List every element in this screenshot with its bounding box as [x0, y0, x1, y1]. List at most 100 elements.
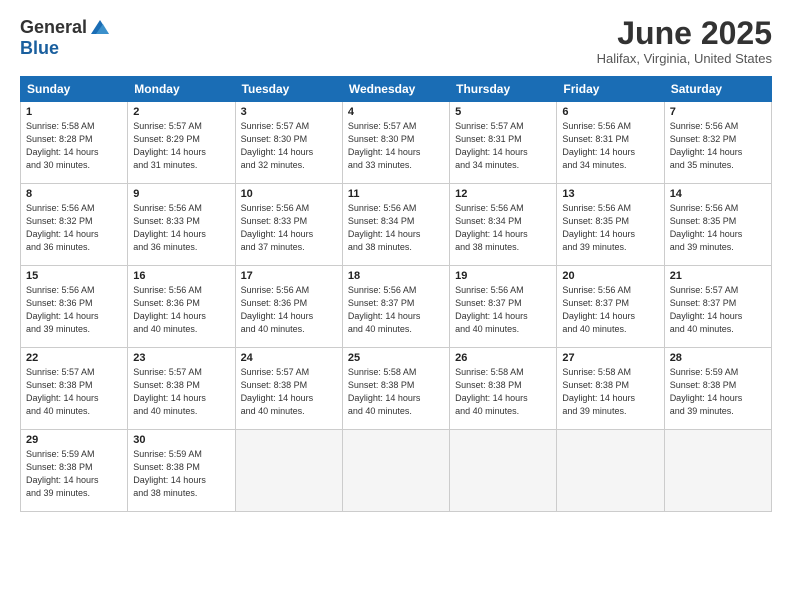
day-info: Sunrise: 5:57 AM Sunset: 8:30 PM Dayligh…: [348, 120, 444, 172]
calendar-cell: 2 Sunrise: 5:57 AM Sunset: 8:29 PM Daylig…: [128, 102, 235, 184]
calendar-cell: 30 Sunrise: 5:59 AM Sunset: 8:38 PM Dayli…: [128, 430, 235, 512]
day-number: 13: [562, 188, 658, 200]
calendar-cell: 5 Sunrise: 5:57 AM Sunset: 8:31 PM Daylig…: [450, 102, 557, 184]
day-number: 28: [670, 352, 766, 364]
day-number: 15: [26, 270, 122, 282]
day-number: 8: [26, 188, 122, 200]
calendar-week-4: 29 Sunrise: 5:59 AM Sunset: 8:38 PM Dayli…: [21, 430, 772, 512]
calendar-cell: 26 Sunrise: 5:58 AM Sunset: 8:38 PM Dayli…: [450, 348, 557, 430]
calendar-cell: 15 Sunrise: 5:56 AM Sunset: 8:36 PM Dayli…: [21, 266, 128, 348]
calendar-cell: [342, 430, 449, 512]
day-number: 29: [26, 434, 122, 446]
day-info: Sunrise: 5:56 AM Sunset: 8:36 PM Dayligh…: [241, 284, 337, 336]
calendar-cell: 10Sunrise: 5:56 AM Sunset: 8:33 PM Dayli…: [235, 184, 342, 266]
calendar-week-0: 1Sunrise: 5:58 AM Sunset: 8:28 PM Daylig…: [21, 102, 772, 184]
calendar-week-1: 8 Sunrise: 5:56 AM Sunset: 8:32 PM Daylig…: [21, 184, 772, 266]
day-number: 23: [133, 352, 229, 364]
logo-icon: [89, 16, 111, 38]
day-info: Sunrise: 5:56 AM Sunset: 8:32 PM Dayligh…: [670, 120, 766, 172]
calendar-cell: 28 Sunrise: 5:59 AM Sunset: 8:38 PM Dayli…: [664, 348, 771, 430]
calendar-cell: 3 Sunrise: 5:57 AM Sunset: 8:30 PM Daylig…: [235, 102, 342, 184]
day-info: Sunrise: 5:57 AM Sunset: 8:31 PM Dayligh…: [455, 120, 551, 172]
day-info: Sunrise: 5:56 AM Sunset: 8:34 PM Dayligh…: [455, 202, 551, 254]
logo-general: General: [20, 17, 87, 38]
calendar-cell: [450, 430, 557, 512]
day-number: 30: [133, 434, 229, 446]
day-number: 21: [670, 270, 766, 282]
day-number: 17: [241, 270, 337, 282]
day-info: Sunrise: 5:57 AM Sunset: 8:30 PM Dayligh…: [241, 120, 337, 172]
calendar-cell: 9Sunrise: 5:56 AM Sunset: 8:33 PM Daylig…: [128, 184, 235, 266]
calendar-cell: 7 Sunrise: 5:56 AM Sunset: 8:32 PM Daylig…: [664, 102, 771, 184]
day-info: Sunrise: 5:56 AM Sunset: 8:37 PM Dayligh…: [562, 284, 658, 336]
day-info: Sunrise: 5:57 AM Sunset: 8:29 PM Dayligh…: [133, 120, 229, 172]
col-monday: Monday: [128, 77, 235, 102]
calendar-cell: [664, 430, 771, 512]
calendar-week-2: 15 Sunrise: 5:56 AM Sunset: 8:36 PM Dayli…: [21, 266, 772, 348]
logo: General Blue: [20, 16, 111, 59]
day-info: Sunrise: 5:56 AM Sunset: 8:31 PM Dayligh…: [562, 120, 658, 172]
day-info: Sunrise: 5:58 AM Sunset: 8:38 PM Dayligh…: [562, 366, 658, 418]
day-number: 22: [26, 352, 122, 364]
day-number: 16: [133, 270, 229, 282]
calendar-cell: 14Sunrise: 5:56 AM Sunset: 8:35 PM Dayli…: [664, 184, 771, 266]
col-saturday: Saturday: [664, 77, 771, 102]
day-info: Sunrise: 5:59 AM Sunset: 8:38 PM Dayligh…: [26, 448, 122, 500]
calendar-cell: 16 Sunrise: 5:56 AM Sunset: 8:36 PM Dayli…: [128, 266, 235, 348]
calendar-week-3: 22 Sunrise: 5:57 AM Sunset: 8:38 PM Dayli…: [21, 348, 772, 430]
calendar-table: Sunday Monday Tuesday Wednesday Thursday…: [20, 76, 772, 512]
calendar-cell: 19 Sunrise: 5:56 AM Sunset: 8:37 PM Dayli…: [450, 266, 557, 348]
day-number: 4: [348, 106, 444, 118]
day-number: 18: [348, 270, 444, 282]
day-info: Sunrise: 5:58 AM Sunset: 8:38 PM Dayligh…: [348, 366, 444, 418]
calendar-header-row: Sunday Monday Tuesday Wednesday Thursday…: [21, 77, 772, 102]
day-number: 11: [348, 188, 444, 200]
header: General Blue June 2025 Halifax, Virginia…: [20, 16, 772, 66]
day-number: 6: [562, 106, 658, 118]
day-info: Sunrise: 5:56 AM Sunset: 8:36 PM Dayligh…: [26, 284, 122, 336]
day-info: Sunrise: 5:56 AM Sunset: 8:36 PM Dayligh…: [133, 284, 229, 336]
logo-blue: Blue: [20, 38, 59, 59]
day-number: 24: [241, 352, 337, 364]
day-info: Sunrise: 5:57 AM Sunset: 8:38 PM Dayligh…: [241, 366, 337, 418]
day-info: Sunrise: 5:57 AM Sunset: 8:37 PM Dayligh…: [670, 284, 766, 336]
day-number: 26: [455, 352, 551, 364]
day-number: 2: [133, 106, 229, 118]
day-info: Sunrise: 5:56 AM Sunset: 8:35 PM Dayligh…: [562, 202, 658, 254]
calendar-cell: 25 Sunrise: 5:58 AM Sunset: 8:38 PM Dayli…: [342, 348, 449, 430]
day-info: Sunrise: 5:59 AM Sunset: 8:38 PM Dayligh…: [670, 366, 766, 418]
col-tuesday: Tuesday: [235, 77, 342, 102]
calendar-cell: 17 Sunrise: 5:56 AM Sunset: 8:36 PM Dayli…: [235, 266, 342, 348]
day-number: 25: [348, 352, 444, 364]
day-number: 3: [241, 106, 337, 118]
day-number: 5: [455, 106, 551, 118]
calendar-cell: [557, 430, 664, 512]
calendar-cell: 8 Sunrise: 5:56 AM Sunset: 8:32 PM Daylig…: [21, 184, 128, 266]
col-friday: Friday: [557, 77, 664, 102]
day-info: Sunrise: 5:56 AM Sunset: 8:37 PM Dayligh…: [455, 284, 551, 336]
calendar-cell: 21 Sunrise: 5:57 AM Sunset: 8:37 PM Dayli…: [664, 266, 771, 348]
day-number: 10: [241, 188, 337, 200]
logo-text: General: [20, 16, 111, 38]
day-info: Sunrise: 5:58 AM Sunset: 8:38 PM Dayligh…: [455, 366, 551, 418]
calendar-cell: 1Sunrise: 5:58 AM Sunset: 8:28 PM Daylig…: [21, 102, 128, 184]
day-number: 19: [455, 270, 551, 282]
calendar-cell: 23Sunrise: 5:57 AM Sunset: 8:38 PM Dayli…: [128, 348, 235, 430]
calendar-cell: [235, 430, 342, 512]
day-info: Sunrise: 5:56 AM Sunset: 8:34 PM Dayligh…: [348, 202, 444, 254]
calendar-cell: 20Sunrise: 5:56 AM Sunset: 8:37 PM Dayli…: [557, 266, 664, 348]
calendar-cell: 24 Sunrise: 5:57 AM Sunset: 8:38 PM Dayli…: [235, 348, 342, 430]
calendar-cell: 6 Sunrise: 5:56 AM Sunset: 8:31 PM Daylig…: [557, 102, 664, 184]
day-info: Sunrise: 5:56 AM Sunset: 8:33 PM Dayligh…: [133, 202, 229, 254]
calendar-cell: 11 Sunrise: 5:56 AM Sunset: 8:34 PM Dayli…: [342, 184, 449, 266]
day-info: Sunrise: 5:58 AM Sunset: 8:28 PM Dayligh…: [26, 120, 122, 172]
day-info: Sunrise: 5:56 AM Sunset: 8:32 PM Dayligh…: [26, 202, 122, 254]
day-number: 14: [670, 188, 766, 200]
day-info: Sunrise: 5:59 AM Sunset: 8:38 PM Dayligh…: [133, 448, 229, 500]
col-sunday: Sunday: [21, 77, 128, 102]
calendar-cell: 4 Sunrise: 5:57 AM Sunset: 8:30 PM Daylig…: [342, 102, 449, 184]
calendar-cell: 27Sunrise: 5:58 AM Sunset: 8:38 PM Dayli…: [557, 348, 664, 430]
day-number: 7: [670, 106, 766, 118]
page: General Blue June 2025 Halifax, Virginia…: [0, 0, 792, 612]
calendar-cell: 12Sunrise: 5:56 AM Sunset: 8:34 PM Dayli…: [450, 184, 557, 266]
